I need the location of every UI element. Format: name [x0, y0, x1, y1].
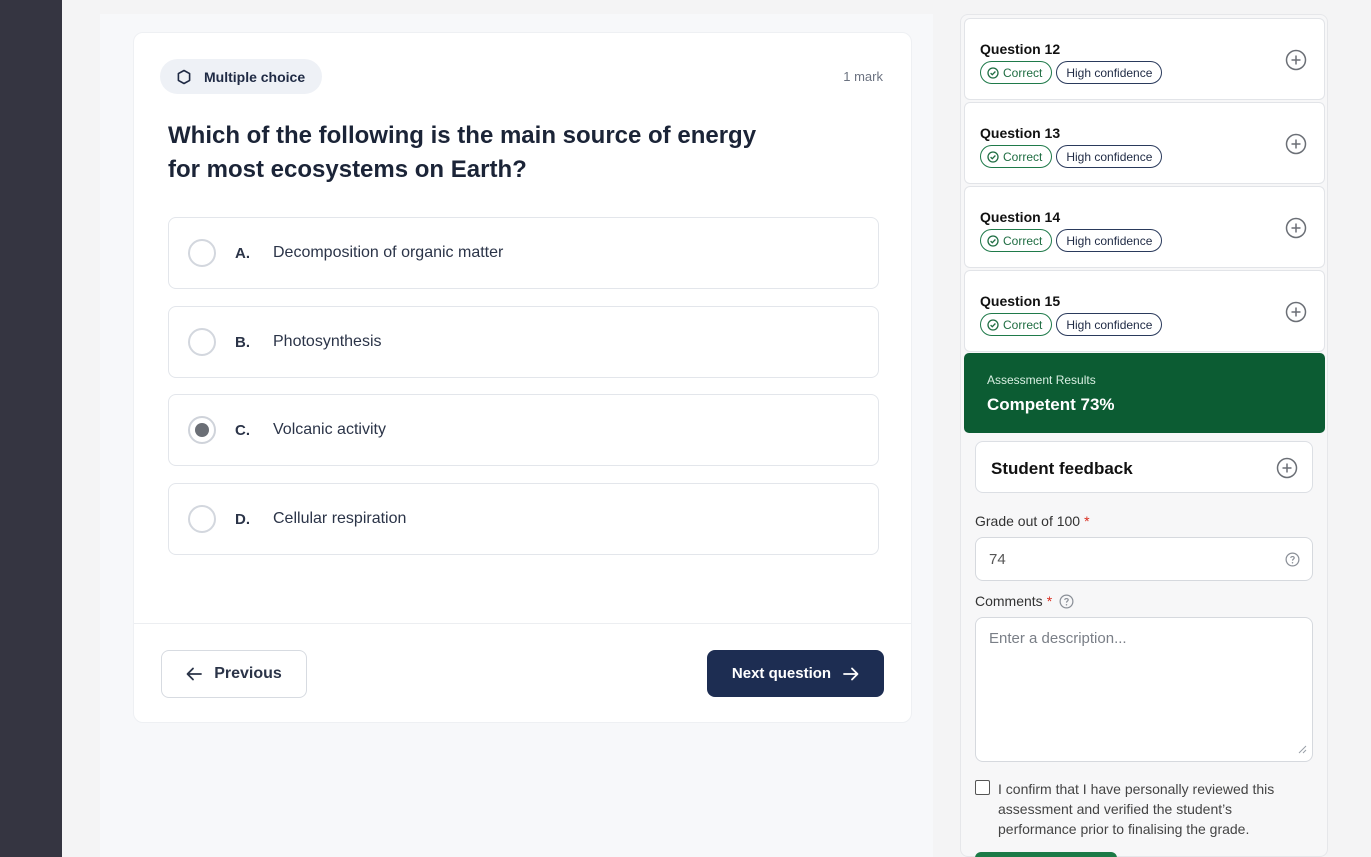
option-radio-selected[interactable] [188, 416, 216, 444]
card-divider [134, 623, 911, 624]
question-type-pill: Multiple choice [160, 59, 322, 94]
option-radio[interactable] [188, 328, 216, 356]
option-letter: C. [235, 421, 250, 439]
comments-textarea[interactable] [975, 617, 1313, 762]
arrow-right-icon [843, 667, 859, 680]
grade-label: Grade out of 100 * [975, 513, 1090, 529]
confidence-badge: High confidence [1056, 145, 1163, 168]
left-rail [0, 0, 62, 857]
question-row[interactable]: Question 14 Correct High confidence [964, 186, 1325, 268]
confirm-checkbox[interactable] [975, 780, 990, 795]
required-mark: * [1046, 593, 1053, 609]
option-text: Photosynthesis [273, 333, 382, 350]
grade-input[interactable] [975, 537, 1313, 581]
confirm-review[interactable]: I confirm that I have personally reviewe… [975, 779, 1305, 839]
option-b[interactable]: B. Photosynthesis [168, 306, 879, 378]
option-text: Volcanic activity [273, 421, 386, 438]
confidence-badge: High confidence [1056, 229, 1163, 252]
next-label: Next question [731, 665, 832, 682]
next-question-button[interactable]: Next question [707, 650, 884, 697]
confidence-badge: High confidence [1056, 61, 1163, 84]
option-c[interactable]: C. Volcanic activity [168, 394, 879, 466]
confidence-badge: High confidence [1056, 313, 1163, 336]
question-row-title: Question 13 [980, 125, 1061, 141]
check-circle-icon [987, 66, 999, 79]
question-row[interactable]: Question 13 Correct High confidence [964, 102, 1325, 184]
question-card: Multiple choice 1 mark Which of the foll… [133, 32, 912, 723]
feedback-title: Student feedback [991, 459, 1133, 478]
question-type-label: Multiple choice [204, 68, 306, 85]
submit-button[interactable] [975, 852, 1117, 857]
option-text: Decomposition of organic matter [273, 244, 504, 261]
expand-plus-icon[interactable] [1285, 301, 1307, 323]
option-letter: D. [235, 510, 250, 528]
correct-badge: Correct [980, 313, 1053, 336]
expand-plus-icon[interactable] [1285, 217, 1307, 239]
correct-badge: Correct [980, 229, 1053, 252]
required-mark: * [1084, 513, 1090, 529]
option-letter: B. [235, 333, 250, 351]
check-circle-icon [987, 150, 999, 163]
correct-badge: Correct [980, 145, 1053, 168]
question-row-title: Question 12 [980, 41, 1061, 57]
previous-button[interactable]: Previous [161, 650, 307, 698]
option-d[interactable]: D. Cellular respiration [168, 483, 879, 555]
correct-badge: Correct [980, 61, 1053, 84]
question-row-title: Question 14 [980, 209, 1061, 225]
option-radio[interactable] [188, 239, 216, 267]
check-circle-icon [987, 234, 999, 247]
results-label: Assessment Results [987, 373, 1096, 387]
expand-plus-icon[interactable] [1276, 457, 1298, 479]
results-value: Competent 73% [987, 395, 1115, 414]
assessment-results-banner: Assessment Results Competent 73% [964, 353, 1325, 433]
option-a[interactable]: A. Decomposition of organic matter [168, 217, 879, 289]
option-letter: A. [235, 244, 250, 262]
question-marks: 1 mark [843, 69, 883, 84]
expand-plus-icon[interactable] [1285, 133, 1307, 155]
question-row[interactable]: Question 15 Correct High confidence [964, 270, 1325, 352]
comments-label: Comments * [975, 593, 1074, 609]
help-circle-icon[interactable] [1059, 594, 1074, 609]
check-circle-icon [987, 318, 999, 331]
option-text: Cellular respiration [273, 510, 407, 527]
option-radio[interactable] [188, 505, 216, 533]
help-circle-icon[interactable] [1285, 552, 1300, 567]
resize-grip-icon[interactable] [1297, 744, 1307, 754]
question-row[interactable]: Question 12 Correct High confidence [964, 18, 1325, 100]
previous-label: Previous [214, 665, 282, 682]
assessment-sidebar: Question 12 Correct High confidence Ques… [960, 14, 1328, 857]
confirm-text: I confirm that I have personally reviewe… [998, 781, 1275, 837]
arrow-left-icon [186, 667, 203, 681]
expand-plus-icon[interactable] [1285, 49, 1307, 71]
student-feedback-accordion[interactable]: Student feedback [975, 441, 1313, 493]
question-text: Which of the following is the main sourc… [168, 122, 757, 183]
question-row-title: Question 15 [980, 293, 1061, 309]
hexagon-icon [177, 69, 191, 84]
